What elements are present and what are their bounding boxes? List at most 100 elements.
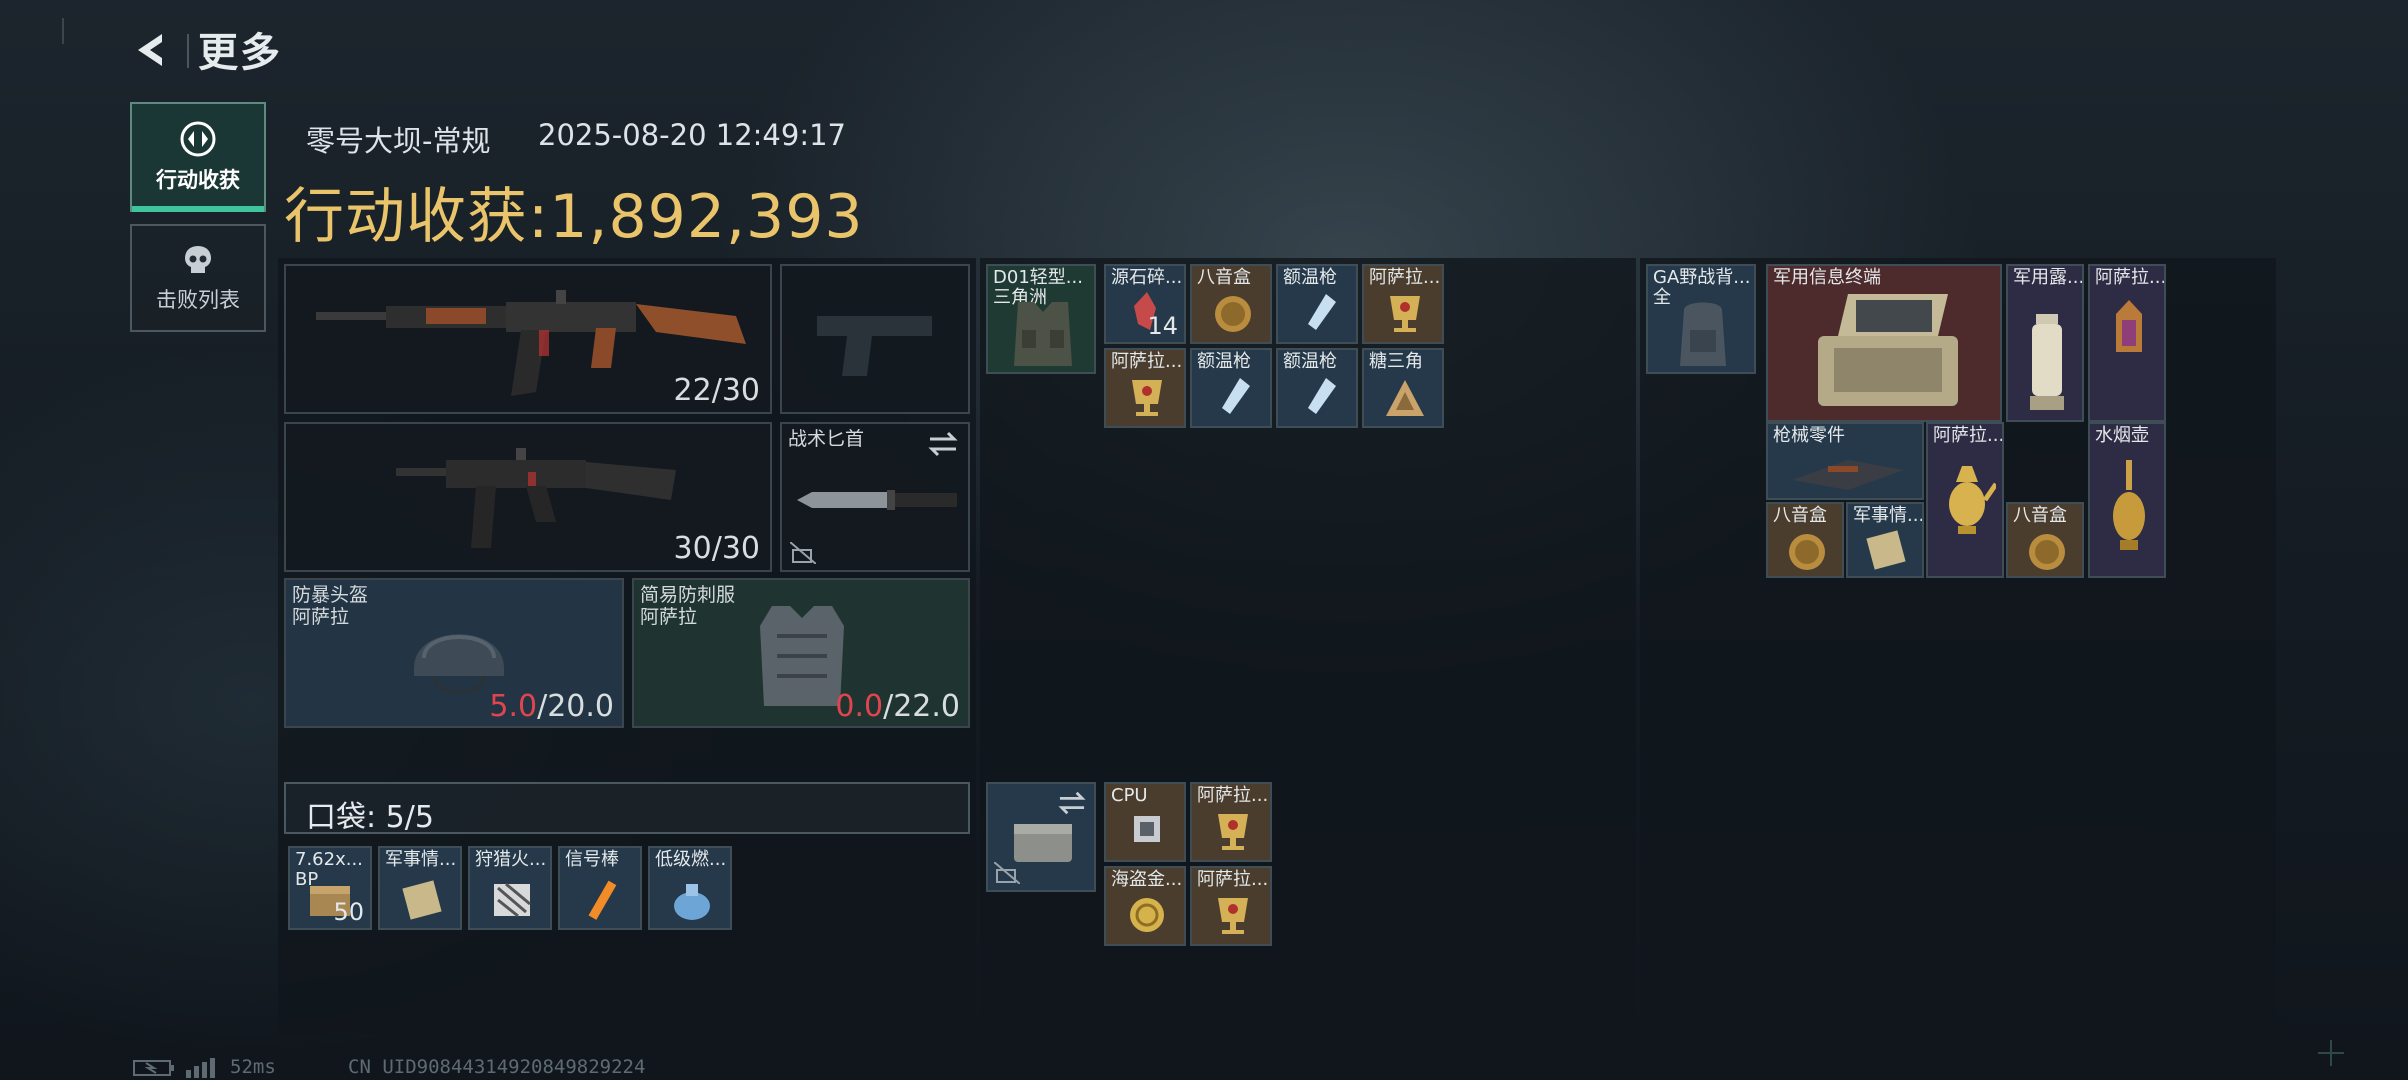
pocket-item-label: 军事情... <box>385 849 457 870</box>
tab-defeat-list-label: 击败列表 <box>156 288 240 312</box>
crosshair-mark-icon <box>2318 1040 2344 1066</box>
rig-item-label: 额温枪 <box>1283 267 1337 288</box>
backpack-item-label: 军用露... <box>2013 267 2084 288</box>
safebox-item-label: 海盗金... <box>1111 869 1183 890</box>
backpack-item-label: 阿萨拉... <box>1933 425 2004 446</box>
ping-readout: 52ms <box>230 1056 276 1078</box>
intel-document-icon <box>402 880 442 920</box>
primary-ammo-count: 22/30 <box>673 373 760 408</box>
haul-total: 行动收获:1,892,393 <box>284 168 864 255</box>
backpack-item[interactable]: 军用露... <box>2006 264 2084 422</box>
rig-item[interactable]: 糖三角 <box>1362 348 1444 428</box>
safebox-slot[interactable] <box>986 782 1096 892</box>
submachine-gun-icon <box>396 448 676 548</box>
backpack-item-label: 水烟壶 <box>2095 425 2149 446</box>
backpack-item[interactable]: 军用信息终端 <box>1766 264 2002 422</box>
rig-item-label: 额温枪 <box>1197 351 1251 372</box>
safebox-item-label: 阿萨拉... <box>1197 869 1269 890</box>
backpack-label: GA野战背... <box>1653 267 1751 288</box>
backpack-item[interactable]: 八音盒 <box>2006 502 2084 578</box>
backpack-item-label: 阿萨拉... <box>2095 267 2166 288</box>
swap-icon[interactable] <box>1056 790 1088 816</box>
back-button[interactable] <box>128 22 176 78</box>
pocket-item[interactable]: 信号棒 <box>558 846 642 930</box>
secondary-weapon-slot[interactable]: 30/30 <box>284 422 772 572</box>
pocket-item-count: 50 <box>333 898 364 926</box>
tab-haul[interactable]: 行动收获 <box>130 102 266 212</box>
haul-value: 1,892,393 <box>549 182 864 252</box>
pocket-item[interactable]: 低级燃... <box>648 846 732 930</box>
rig-item-label: 源石碎... <box>1111 267 1183 288</box>
backpack-sub: 全 <box>1653 287 1671 308</box>
helmet-durability: 5.0/20.0 <box>489 689 614 724</box>
cpu-icon <box>1134 816 1160 842</box>
chest-rig-label: D01轻型... <box>993 267 1083 288</box>
haul-icon <box>180 121 216 157</box>
rig-item-label: 阿萨拉... <box>1369 267 1441 288</box>
signal-icon <box>186 1058 215 1078</box>
pirate-coin-icon <box>1130 898 1164 932</box>
pocket-item[interactable]: 7.62x... BP 50 <box>288 846 372 930</box>
safebox-item[interactable]: 阿萨拉... <box>1190 866 1272 946</box>
backpack-item[interactable]: 水烟壶 <box>2088 422 2166 578</box>
asara-cup-icon <box>1218 814 1248 850</box>
music-box-icon <box>2029 534 2065 570</box>
chest-rig-icon <box>1014 302 1072 366</box>
pocket-item[interactable]: 军事情... <box>378 846 462 930</box>
safebox-item[interactable]: CPU <box>1104 782 1186 862</box>
backpack-item[interactable]: 八音盒 <box>1766 502 1844 578</box>
pocket-item-label: 低级燃... <box>655 849 727 870</box>
rig-item-label: 阿萨拉... <box>1111 351 1183 372</box>
swap-icon[interactable] <box>926 430 960 458</box>
flare-icon <box>588 880 617 920</box>
pocket-item-label: 狩猎火... <box>475 849 547 870</box>
secondary-ammo-count: 30/30 <box>673 531 760 566</box>
unlocked-icon <box>994 862 1020 884</box>
lantern-icon <box>2030 314 2064 410</box>
armor-sub: 阿萨拉 <box>640 606 698 628</box>
melee-slot[interactable]: 战术匕首 <box>780 422 970 572</box>
rig-item[interactable]: 八音盒 <box>1190 264 1272 344</box>
safebox-item[interactable]: 阿萨拉... <box>1190 782 1272 862</box>
rig-item-label: 额温枪 <box>1283 351 1337 372</box>
active-tab-indicator <box>132 206 264 212</box>
backpack-item-label: 八音盒 <box>1773 505 1827 526</box>
helmet-slot[interactable]: 防暴头盔 阿萨拉 5.0/20.0 <box>284 578 624 728</box>
helmet-name: 防暴头盔 <box>292 584 369 606</box>
safebox-item-label: CPU <box>1111 785 1148 806</box>
backpack-item[interactable]: 枪械零件 <box>1766 422 1924 500</box>
melee-label: 战术匕首 <box>788 428 865 450</box>
backpack-item[interactable]: 阿萨拉... <box>2088 264 2166 422</box>
backpack-slot[interactable]: GA野战背... 全 <box>1646 264 1756 374</box>
helmet-durability-current: 5.0 <box>489 689 538 724</box>
pocket-header: 口袋: 5/5 <box>284 782 970 835</box>
thermometer-gun-icon <box>1308 378 1336 414</box>
backpack-item[interactable]: 阿萨拉... <box>1926 422 2004 578</box>
backpack-item-label: 军事情... <box>1853 505 1924 526</box>
pocket-item[interactable]: 狩猎火... <box>468 846 552 930</box>
music-box-icon <box>1215 296 1251 332</box>
safebox-item[interactable]: 海盗金... <box>1104 866 1186 946</box>
rig-item[interactable]: 额温枪 <box>1190 348 1272 428</box>
golden-teapot-icon <box>1949 466 1996 534</box>
tab-defeat-list[interactable]: 击败列表 <box>130 224 266 332</box>
pocket-item-label: 信号棒 <box>565 849 619 870</box>
page-title: 更多 <box>198 30 282 76</box>
pistol-slot[interactable] <box>780 264 970 414</box>
chest-rig-slot[interactable]: D01轻型... 三角洲 <box>986 264 1096 374</box>
rig-item[interactable]: 源石碎... 14 <box>1104 264 1186 344</box>
backpack-item[interactable]: 军事情... <box>1846 502 1924 578</box>
tab-haul-label: 行动收获 <box>156 168 240 192</box>
thermometer-gun-icon <box>1308 294 1336 330</box>
fuel-icon <box>674 884 710 920</box>
pistol-silhouette-icon <box>817 316 932 376</box>
rig-item[interactable]: 阿萨拉... <box>1362 264 1444 344</box>
military-terminal-icon <box>1818 294 1958 406</box>
primary-weapon-slot[interactable]: 22/30 <box>284 264 772 414</box>
sugar-triangle-icon <box>1386 380 1424 416</box>
armor-durability-max: /22.0 <box>883 689 960 724</box>
rig-item[interactable]: 阿萨拉... <box>1104 348 1186 428</box>
rig-item[interactable]: 额温枪 <box>1276 348 1358 428</box>
rig-item[interactable]: 额温枪 <box>1276 264 1358 344</box>
armor-slot[interactable]: 简易防刺服 阿萨拉 0.0/22.0 <box>632 578 970 728</box>
